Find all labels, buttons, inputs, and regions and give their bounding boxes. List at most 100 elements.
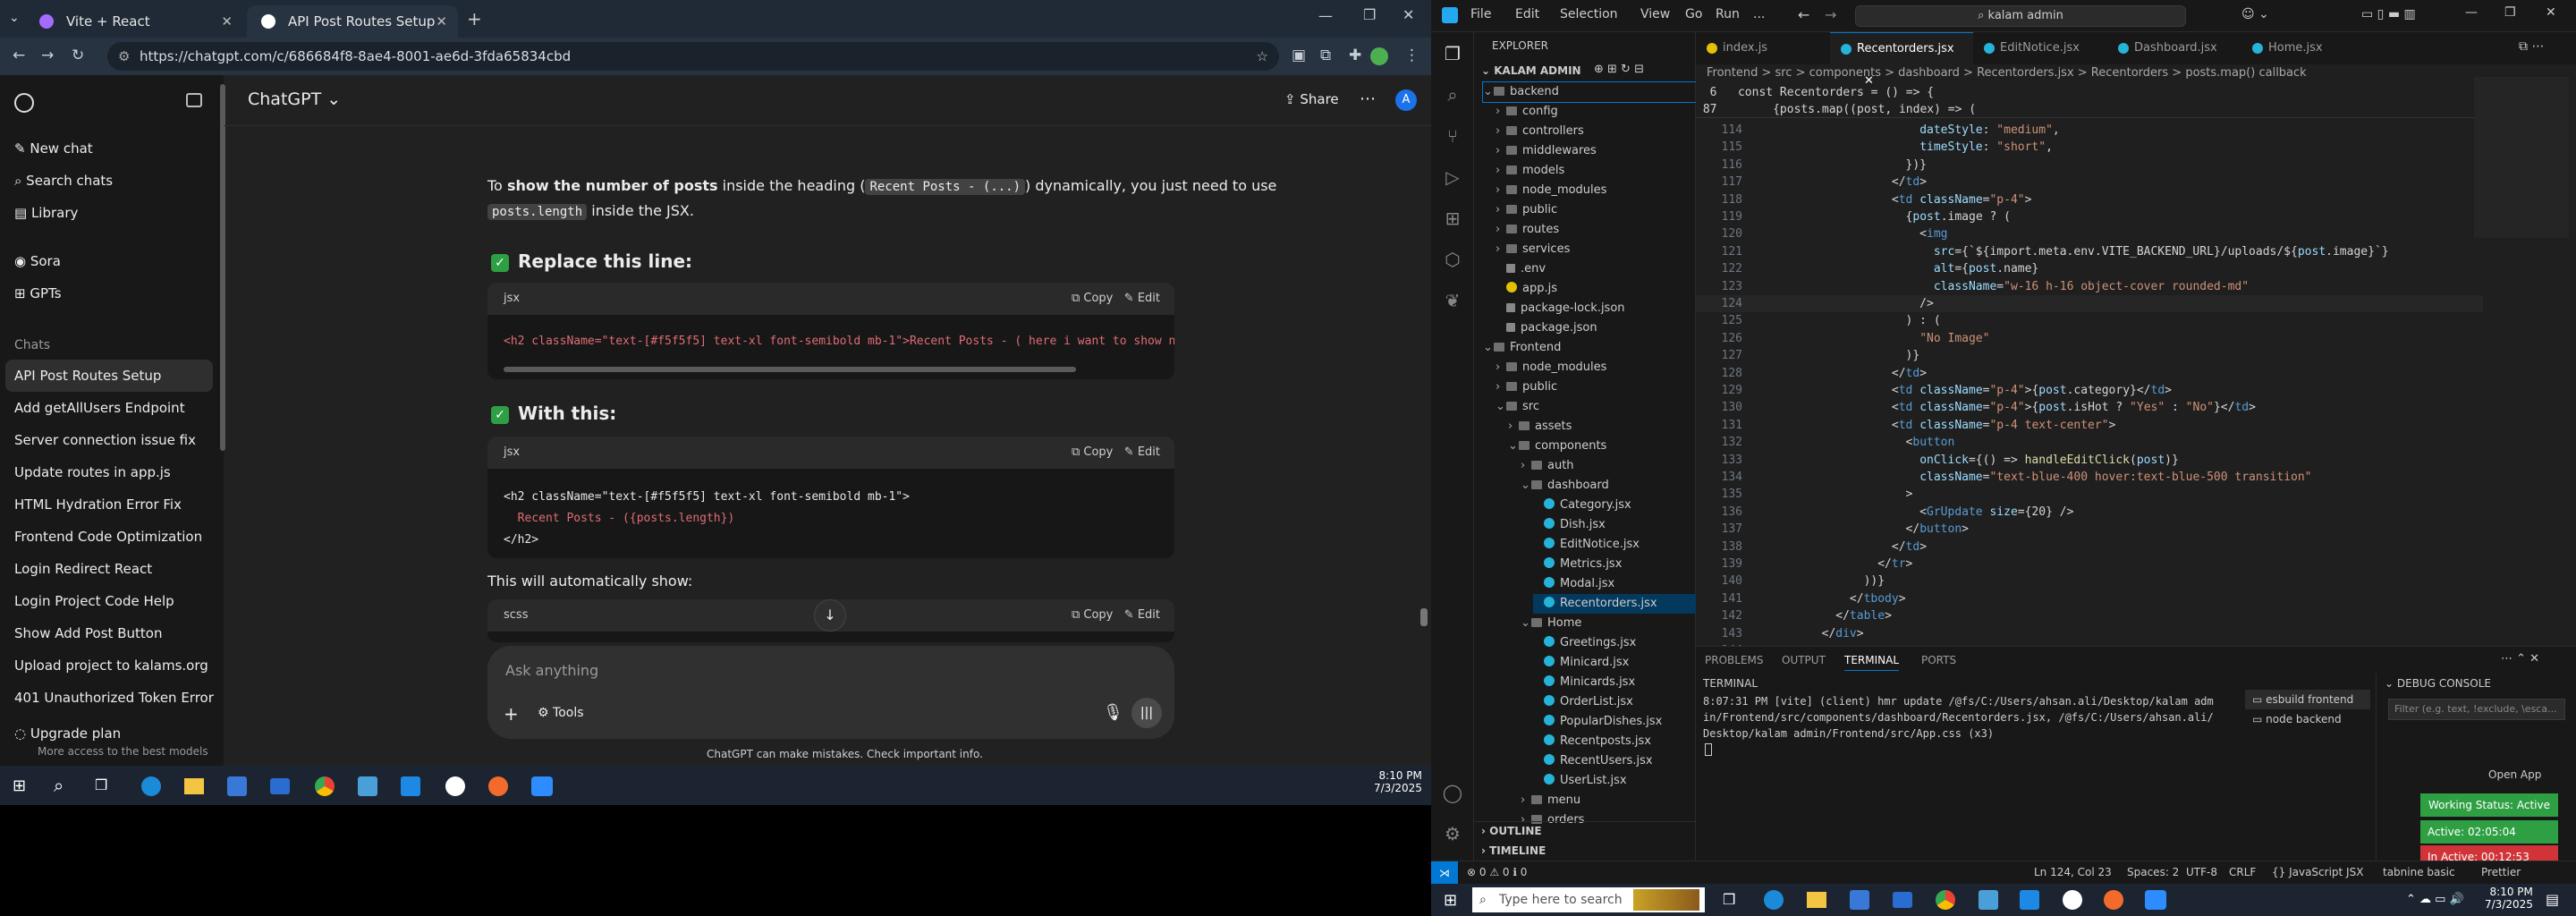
sidebar-toggle-icon[interactable]	[186, 93, 202, 107]
file-item[interactable]: Recentposts.jsx	[1533, 732, 1696, 751]
chrome-icon[interactable]	[1936, 890, 1955, 910]
file-item[interactable]: Category.jsx	[1533, 496, 1696, 515]
voice-mode-button[interactable]: |||	[1131, 698, 1162, 728]
file-item[interactable]: OrderList.jsx	[1533, 692, 1696, 712]
file-item[interactable]: app.js	[1496, 279, 1696, 299]
command-center-search[interactable]: ⌕ kalam admin	[1855, 5, 2186, 27]
close-window-button[interactable]: ✕	[1402, 6, 1414, 23]
layout-icons[interactable]: ▭ ▯ ▬ ▥	[2361, 7, 2416, 21]
folder-item[interactable]: › public	[1496, 377, 1696, 397]
task-view-icon[interactable]: ❒	[95, 776, 107, 793]
explorer-icon[interactable]: ❐	[1442, 43, 1463, 64]
panel-tab[interactable]: OUTPUT	[1782, 654, 1826, 666]
menu-item[interactable]: View	[1640, 7, 1670, 21]
gpts-button[interactable]: ⊞ GPTs	[14, 284, 62, 302]
close-window-button[interactable]: ✕	[2546, 5, 2556, 20]
menu-item[interactable]: ...	[1753, 7, 1765, 21]
scroll-down-button[interactable]: ↓	[814, 599, 846, 632]
profile-avatar[interactable]	[1370, 47, 1388, 65]
new-chat-button[interactable]: ✎ New chat	[14, 140, 93, 157]
chat-history-item[interactable]: API Post Routes Setup	[14, 367, 161, 385]
panel-tab[interactable]: TERMINAL	[1844, 654, 1900, 671]
copy-button[interactable]: ⧉ Copy	[1072, 445, 1113, 459]
language-mode[interactable]: {} JavaScript JSX	[2272, 866, 2363, 878]
folder-item[interactable]: ⌄ dashboard	[1521, 476, 1696, 496]
file-explorer-icon[interactable]	[1807, 892, 1826, 908]
minimize-button[interactable]: —	[2465, 5, 2478, 20]
menu-item[interactable]: Selection	[1560, 7, 1618, 21]
file-item[interactable]: EditNotice.jsx	[1533, 535, 1696, 555]
file-item[interactable]: Minicard.jsx	[1533, 653, 1696, 673]
folder-item[interactable]: › controllers	[1496, 122, 1696, 141]
gear-icon[interactable]: ⚙	[1442, 823, 1463, 844]
zoom-icon[interactable]	[531, 776, 553, 796]
sora-button[interactable]: ◉ Sora	[14, 252, 61, 270]
file-item[interactable]: package.json	[1496, 318, 1696, 338]
app-icon[interactable]	[1979, 890, 1998, 910]
tools-button[interactable]: ⚙ Tools	[538, 706, 584, 720]
panel-tab[interactable]: PORTS	[1921, 654, 1956, 666]
source-control-icon[interactable]: ⑂	[1442, 125, 1463, 147]
chat-history-item[interactable]: Login Redirect React	[14, 560, 152, 578]
tab-api-post-routes[interactable]: API Post Routes Setup ✕	[247, 5, 458, 38]
address-bar[interactable]: ⚙ https://chatgpt.com/c/686684f8-8ae4-80…	[107, 42, 1279, 71]
minimize-button[interactable]: —	[1318, 7, 1333, 24]
maximize-button[interactable]: ❐	[1363, 6, 1376, 23]
folder-item[interactable]: ⌄ src	[1496, 397, 1696, 417]
file-item[interactable]: Minicards.jsx	[1533, 673, 1696, 692]
file-item[interactable]: Greetings.jsx	[1533, 633, 1696, 653]
user-avatar[interactable]: A	[1395, 89, 1417, 111]
tabnine-status[interactable]: tabnine basic	[2383, 866, 2455, 878]
eol[interactable]: CRLF	[2229, 866, 2256, 878]
timeline-section[interactable]: › TIMELINE	[1481, 844, 1546, 857]
terminal-node[interactable]: ▭ node backend	[2245, 709, 2370, 729]
chatgpt-app-icon[interactable]	[445, 776, 465, 796]
folder-item[interactable]: ⌄ Home	[1521, 614, 1696, 633]
chat-history-item[interactable]: 401 Unauthorized Token Error	[14, 689, 214, 707]
folder-item[interactable]: › node_modules	[1496, 181, 1696, 200]
store-icon[interactable]	[1850, 890, 1869, 910]
folder-item[interactable]: › config	[1496, 102, 1696, 122]
reload-icon[interactable]: ↻	[72, 47, 84, 64]
postman-icon[interactable]	[2104, 890, 2123, 910]
remote-indicator-icon[interactable]: ⋊	[1431, 861, 1458, 885]
folder-item[interactable]: › assets	[1508, 417, 1696, 437]
copy-button[interactable]: ⧉ Copy	[1072, 608, 1113, 622]
chatgpt-app-icon[interactable]	[2063, 890, 2082, 910]
problems-count[interactable]: ⊗ 0 ⚠ 0 ℹ 0	[1467, 866, 1527, 878]
vscode-icon[interactable]	[401, 776, 420, 796]
system-tray-icons[interactable]: ⌃ ☁ ▭ 🔊	[2406, 893, 2464, 906]
open-app-button[interactable]: Open App	[2488, 768, 2541, 781]
folder-item[interactable]: › auth	[1521, 456, 1696, 476]
search-icon[interactable]: ⌕	[54, 775, 64, 796]
new-tab-button[interactable]: +	[467, 8, 482, 30]
tab-search-icon[interactable]: ⌄	[9, 11, 20, 25]
chat-history-item[interactable]: Upload project to kalams.org	[14, 657, 208, 674]
extensions-icon[interactable]: ✚	[1349, 47, 1361, 64]
folder-item[interactable]: › middlewares	[1496, 141, 1696, 161]
edit-button[interactable]: ✎ Edit	[1124, 608, 1160, 622]
terminal-output[interactable]: 8:07:31 PM [vite] (client) hmr update /@…	[1703, 693, 2229, 742]
library-button[interactable]: ▤ Library	[14, 204, 78, 222]
folder-item[interactable]: › services	[1496, 240, 1696, 259]
chat-scrollbar[interactable]	[1420, 608, 1428, 626]
file-item[interactable]: package-lock.json	[1496, 299, 1696, 318]
task-view-icon[interactable]: ❒	[1723, 891, 1735, 908]
debug-filter-input[interactable]: Filter (e.g. text, !exclude, \esca...	[2388, 699, 2565, 720]
chat-history-item[interactable]: Server connection issue fix	[14, 431, 196, 449]
chrome-icon[interactable]	[315, 776, 335, 796]
file-explorer-icon[interactable]	[184, 778, 204, 794]
menu-item[interactable]: Run	[1716, 7, 1740, 21]
edge-icon[interactable]	[1764, 890, 1784, 910]
menu-item[interactable]: Go	[1685, 7, 1702, 21]
store-icon[interactable]	[227, 776, 247, 796]
file-item[interactable]: UserList.jsx	[1533, 771, 1696, 791]
windows-start-icon[interactable]: ⊞	[13, 776, 26, 795]
vscode-icon[interactable]	[2020, 890, 2039, 910]
back-icon[interactable]: ←	[1798, 6, 1809, 23]
file-item[interactable]: .env	[1496, 259, 1696, 279]
encoding[interactable]: UTF-8	[2186, 866, 2217, 878]
edit-button[interactable]: ✎ Edit	[1124, 445, 1160, 459]
chat-history-item[interactable]: Frontend Code Optimization	[14, 528, 202, 546]
account-icon[interactable]: ◯	[1442, 782, 1463, 803]
